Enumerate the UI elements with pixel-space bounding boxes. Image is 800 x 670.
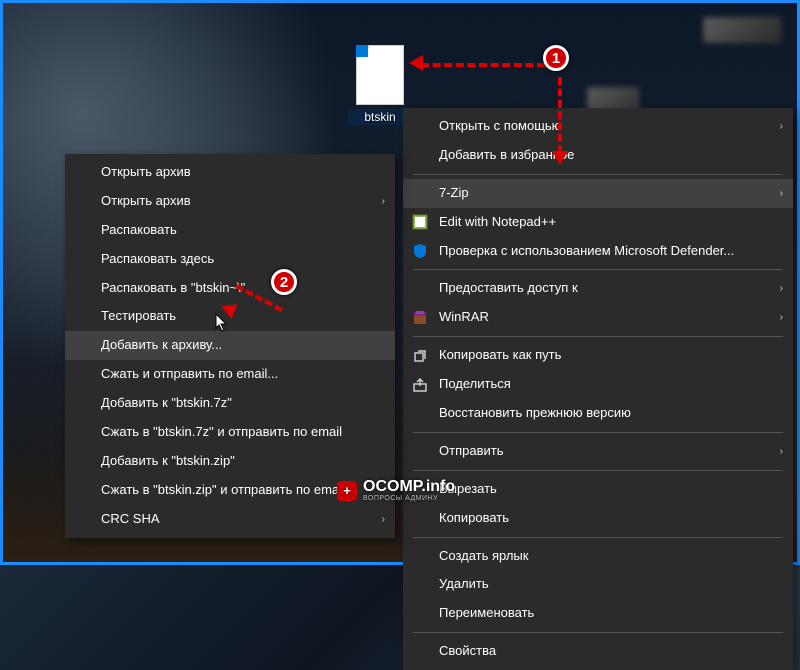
submenu-extract-here[interactable]: Распаковать здесь [65,245,395,274]
watermark-icon: + [337,481,357,501]
watermark: + OCOMP.info ВОПРОСЫ АДМИНУ [337,479,455,502]
annotation-arrow-1v [558,77,562,153]
menu-cut[interactable]: Вырезать [403,475,793,504]
main-context-menu[interactable]: Открыть с помощью › Добавить в избранное… [403,108,793,670]
menu-label: Удалить [439,576,489,593]
menu-label: Проверка с использованием Microsoft Defe… [439,243,734,260]
menu-label: Предоставить доступ к [439,280,578,297]
annotation-badge-1: 1 [543,45,569,71]
menu-label: Копировать как путь [439,347,561,364]
menu-label: Открыть архив [101,164,191,181]
chevron-right-icon: › [780,187,783,200]
menu-send[interactable]: Отправить › [403,437,793,466]
chevron-right-icon: › [780,120,783,133]
submenu-compress-email[interactable]: Сжать и отправить по email... [65,360,395,389]
submenu-add-zip[interactable]: Добавить к "btskin.zip" [65,447,395,476]
menu-label: Переименовать [439,605,534,622]
menu-label: Создать ярлык [439,548,528,565]
menu-label: Добавить к архиву... [101,337,222,354]
arrow-head-icon [552,151,568,165]
menu-label: Распаковать [101,222,177,239]
menu-separator [413,336,783,337]
submenu-add-archive[interactable]: Добавить к архиву... [65,331,395,360]
menu-label: Распаковать в "btskin~\" [101,280,245,297]
menu-create-shortcut[interactable]: Создать ярлык [403,542,793,571]
menu-share-access[interactable]: Предоставить доступ к › [403,274,793,303]
menu-winrar[interactable]: WinRAR › [403,303,793,332]
menu-separator [413,632,783,633]
menu-label: Сжать и отправить по email... [101,366,278,383]
menu-add-favorite[interactable]: Добавить в избранное [403,141,793,170]
cursor-icon [215,313,229,333]
watermark-main: OCOMP.info [363,479,455,495]
menu-rename[interactable]: Переименовать [403,599,793,628]
chevron-right-icon: › [382,513,385,526]
submenu-extract-folder[interactable]: Распаковать в "btskin~\" [65,274,395,303]
menu-separator [413,470,783,471]
menu-separator [413,174,783,175]
chevron-right-icon: › [780,445,783,458]
submenu-extract[interactable]: Распаковать [65,216,395,245]
notepad-icon [411,213,429,231]
submenu-crc-sha[interactable]: CRC SHA › [65,505,395,534]
menu-label: Открыть архив [101,193,191,210]
menu-separator [413,269,783,270]
chevron-right-icon: › [382,195,385,208]
menu-label: Добавить к "btskin.zip" [101,453,235,470]
menu-label: Поделиться [439,376,511,393]
menu-label: CRC SHA [101,511,160,528]
menu-label: 7-Zip [439,185,469,202]
submenu-open-archive-sub[interactable]: Открыть архив › [65,187,395,216]
menu-properties[interactable]: Свойства [403,637,793,666]
menu-label: Копировать [439,510,509,527]
file-icon [356,45,404,105]
menu-7zip[interactable]: 7-Zip › [403,179,793,208]
chevron-right-icon: › [780,311,783,324]
menu-delete[interactable]: Удалить [403,570,793,599]
badge-number: 2 [280,274,288,291]
menu-restore[interactable]: Восстановить прежнюю версию [403,399,793,428]
blurred-thumbnail [703,17,781,43]
menu-label: Отправить [439,443,503,460]
chevron-right-icon: › [780,282,783,295]
annotation-arrow-1h [421,63,545,67]
share-icon [411,376,429,394]
submenu-open-archive[interactable]: Открыть архив [65,158,395,187]
menu-label: Тестировать [101,308,176,325]
arrow-head-icon [409,55,423,71]
menu-notepad[interactable]: Edit with Notepad++ [403,208,793,237]
menu-label: Восстановить прежнюю версию [439,405,631,422]
menu-label: Свойства [439,643,496,660]
menu-label: Распаковать здесь [101,251,214,268]
menu-label: Открыть с помощью [439,118,561,135]
watermark-sub: ВОПРОСЫ АДМИНУ [363,495,455,502]
submenu-compress-7z-email[interactable]: Сжать в "btskin.7z" и отправить по email [65,418,395,447]
badge-number: 1 [552,50,560,67]
menu-copy-path[interactable]: Копировать как путь [403,341,793,370]
menu-label: Сжать в "btskin.7z" и отправить по email [101,424,342,441]
menu-label: Добавить к "btskin.7z" [101,395,232,412]
submenu-add-7z[interactable]: Добавить к "btskin.7z" [65,389,395,418]
copy-path-icon [411,347,429,365]
winrar-icon [411,309,429,327]
menu-separator [413,537,783,538]
menu-copy[interactable]: Копировать [403,504,793,533]
menu-defender[interactable]: Проверка с использованием Microsoft Defe… [403,237,793,266]
defender-icon [411,242,429,260]
menu-separator [413,432,783,433]
menu-label: Сжать в "btskin.zip" и отправить по emai… [101,482,345,499]
menu-label: Edit with Notepad++ [439,214,556,231]
annotation-badge-2: 2 [271,269,297,295]
menu-label: WinRAR [439,309,489,326]
menu-share[interactable]: Поделиться [403,370,793,399]
menu-open-with[interactable]: Открыть с помощью › [403,112,793,141]
